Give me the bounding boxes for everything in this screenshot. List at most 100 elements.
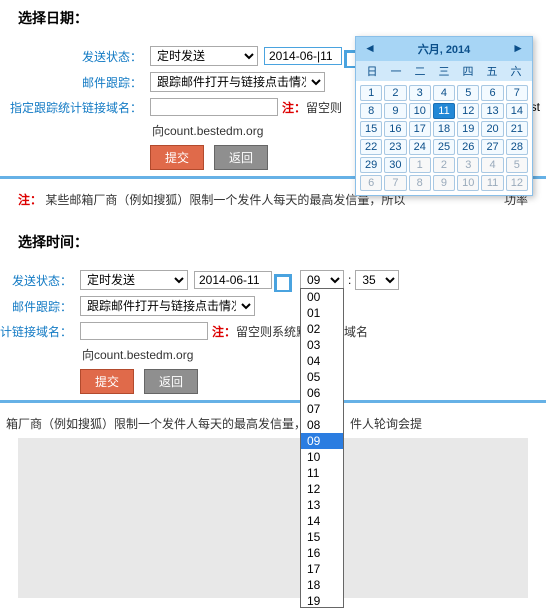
calendar-day[interactable]: 12 — [506, 175, 528, 191]
calendar-dow: 日一二三四五六 — [356, 61, 532, 81]
hour-select[interactable]: 09 — [300, 270, 344, 290]
hour-option[interactable]: 18 — [301, 577, 343, 593]
calendar-day[interactable]: 13 — [481, 103, 503, 119]
submit-button[interactable]: 提交 — [150, 145, 204, 170]
calendar-prev[interactable]: ◄ — [364, 41, 376, 55]
calendar-day[interactable]: 29 — [360, 157, 382, 173]
date-input-2[interactable]: 2014-06-11 — [194, 271, 272, 289]
calendar-day[interactable]: 10 — [409, 103, 431, 119]
calendar-day[interactable]: 19 — [457, 121, 479, 137]
date-input[interactable]: 2014-06-|11 — [264, 47, 342, 65]
calendar-day[interactable]: 9 — [384, 103, 406, 119]
calendar-day[interactable]: 7 — [506, 85, 528, 101]
calendar-day[interactable]: 4 — [481, 157, 503, 173]
calendar-day[interactable]: 21 — [506, 121, 528, 137]
hour-option[interactable]: 13 — [301, 497, 343, 513]
hour-option[interactable]: 16 — [301, 545, 343, 561]
hour-option[interactable]: 01 — [301, 305, 343, 321]
hour-option[interactable]: 04 — [301, 353, 343, 369]
domain-input[interactable] — [150, 98, 278, 116]
calendar-day[interactable]: 2 — [433, 157, 455, 173]
calendar-day[interactable]: 24 — [409, 139, 431, 155]
calendar-dow-cell: 五 — [480, 63, 504, 79]
calendar-day[interactable]: 25 — [433, 139, 455, 155]
calendar-day[interactable]: 18 — [433, 121, 455, 137]
hour-option[interactable]: 08 — [301, 417, 343, 433]
back-button-2[interactable]: 返回 — [144, 369, 198, 394]
select-mail-track-2[interactable]: 跟踪邮件打开与链接点击情况 — [80, 296, 255, 316]
footnote-2: 箱厂商（例如搜狐）限制一个发件人每天的最高发信量，所以 件人轮询会提 — [0, 409, 546, 438]
calendar-grid: 1234567891011121314151617181920212223242… — [356, 81, 532, 195]
calendar-header: ◄ 六月, 2014 ► — [356, 37, 532, 61]
hour-option[interactable]: 02 — [301, 321, 343, 337]
calendar-day[interactable]: 6 — [481, 85, 503, 101]
calendar-dow-cell: 一 — [384, 63, 408, 79]
hour-option[interactable]: 03 — [301, 337, 343, 353]
separator-2 — [0, 400, 546, 403]
calendar-day[interactable]: 1 — [360, 85, 382, 101]
label-send-state-2: 发送状态： — [0, 272, 80, 289]
calendar-day[interactable]: 3 — [409, 85, 431, 101]
calendar-day[interactable]: 5 — [506, 157, 528, 173]
calendar-day[interactable]: 2 — [384, 85, 406, 101]
hour-option[interactable]: 07 — [301, 401, 343, 417]
calendar-day[interactable]: 1 — [409, 157, 431, 173]
label-mail-track-2: 邮件跟踪： — [0, 298, 80, 315]
label-domain: 指定跟踪统计链接域名： — [0, 99, 150, 116]
hour-dropdown[interactable]: 0001020304050607080910111213141516171819 — [300, 288, 344, 608]
hour-option[interactable]: 11 — [301, 465, 343, 481]
calendar-day[interactable]: 9 — [433, 175, 455, 191]
section-title-date: 选择日期： — [0, 0, 546, 36]
calendar-day[interactable]: 11 — [481, 175, 503, 191]
calendar-day[interactable]: 16 — [384, 121, 406, 137]
hour-option[interactable]: 14 — [301, 513, 343, 529]
hour-option[interactable]: 09 — [301, 433, 343, 449]
minute-select[interactable]: 35 — [355, 270, 399, 290]
calendar-day[interactable]: 15 — [360, 121, 382, 137]
calendar-next[interactable]: ► — [512, 41, 524, 55]
calendar-day[interactable]: 4 — [433, 85, 455, 101]
form-time: 发送状态： 定时发送 2014-06-11 09 000102030405060… — [0, 260, 546, 616]
note-prefix: 注： — [282, 101, 306, 115]
hour-option[interactable]: 12 — [301, 481, 343, 497]
back-button[interactable]: 返回 — [214, 145, 268, 170]
calendar-day[interactable]: 5 — [457, 85, 479, 101]
submit-button-2[interactable]: 提交 — [80, 369, 134, 394]
hour-option[interactable]: 15 — [301, 529, 343, 545]
calendar-day[interactable]: 20 — [481, 121, 503, 137]
section-title-time: 选择时间： — [0, 224, 546, 260]
calendar-day[interactable]: 22 — [360, 139, 382, 155]
calendar-day[interactable]: 7 — [384, 175, 406, 191]
calendar-dow-cell: 四 — [456, 63, 480, 79]
calendar-day[interactable]: 23 — [384, 139, 406, 155]
hour-option[interactable]: 06 — [301, 385, 343, 401]
note-leave-blank: 留空则 — [306, 101, 342, 115]
calendar-day[interactable]: 26 — [457, 139, 479, 155]
select-send-state[interactable]: 定时发送 — [150, 46, 258, 66]
calendar-icon-2[interactable] — [274, 274, 292, 292]
hour-option[interactable]: 19 — [301, 593, 343, 608]
calendar-popup[interactable]: ◄ 六月, 2014 ► 日一二三四五六 1234567891011121314… — [355, 36, 533, 196]
calendar-day[interactable]: 10 — [457, 175, 479, 191]
domain-input-2[interactable] — [80, 322, 208, 340]
calendar-day[interactable]: 8 — [360, 103, 382, 119]
calendar-day[interactable]: 12 — [457, 103, 479, 119]
hour-option[interactable]: 17 — [301, 561, 343, 577]
calendar-day[interactable]: 28 — [506, 139, 528, 155]
domain-suffix: 向count.bestedm.org — [150, 122, 263, 139]
calendar-day[interactable]: 27 — [481, 139, 503, 155]
calendar-day[interactable]: 30 — [384, 157, 406, 173]
calendar-day[interactable]: 3 — [457, 157, 479, 173]
calendar-day[interactable]: 14 — [506, 103, 528, 119]
hour-option[interactable]: 05 — [301, 369, 343, 385]
select-mail-track[interactable]: 跟踪邮件打开与链接点击情况 — [150, 72, 325, 92]
calendar-day[interactable]: 11 — [433, 103, 455, 119]
hour-option[interactable]: 00 — [301, 289, 343, 305]
calendar-day[interactable]: 17 — [409, 121, 431, 137]
calendar-day[interactable]: 6 — [360, 175, 382, 191]
calendar-day[interactable]: 8 — [409, 175, 431, 191]
hour-option[interactable]: 10 — [301, 449, 343, 465]
calendar-dow-cell: 六 — [504, 63, 528, 79]
select-send-state-2[interactable]: 定时发送 — [80, 270, 188, 290]
note-prefix-2: 注： — [212, 325, 236, 339]
